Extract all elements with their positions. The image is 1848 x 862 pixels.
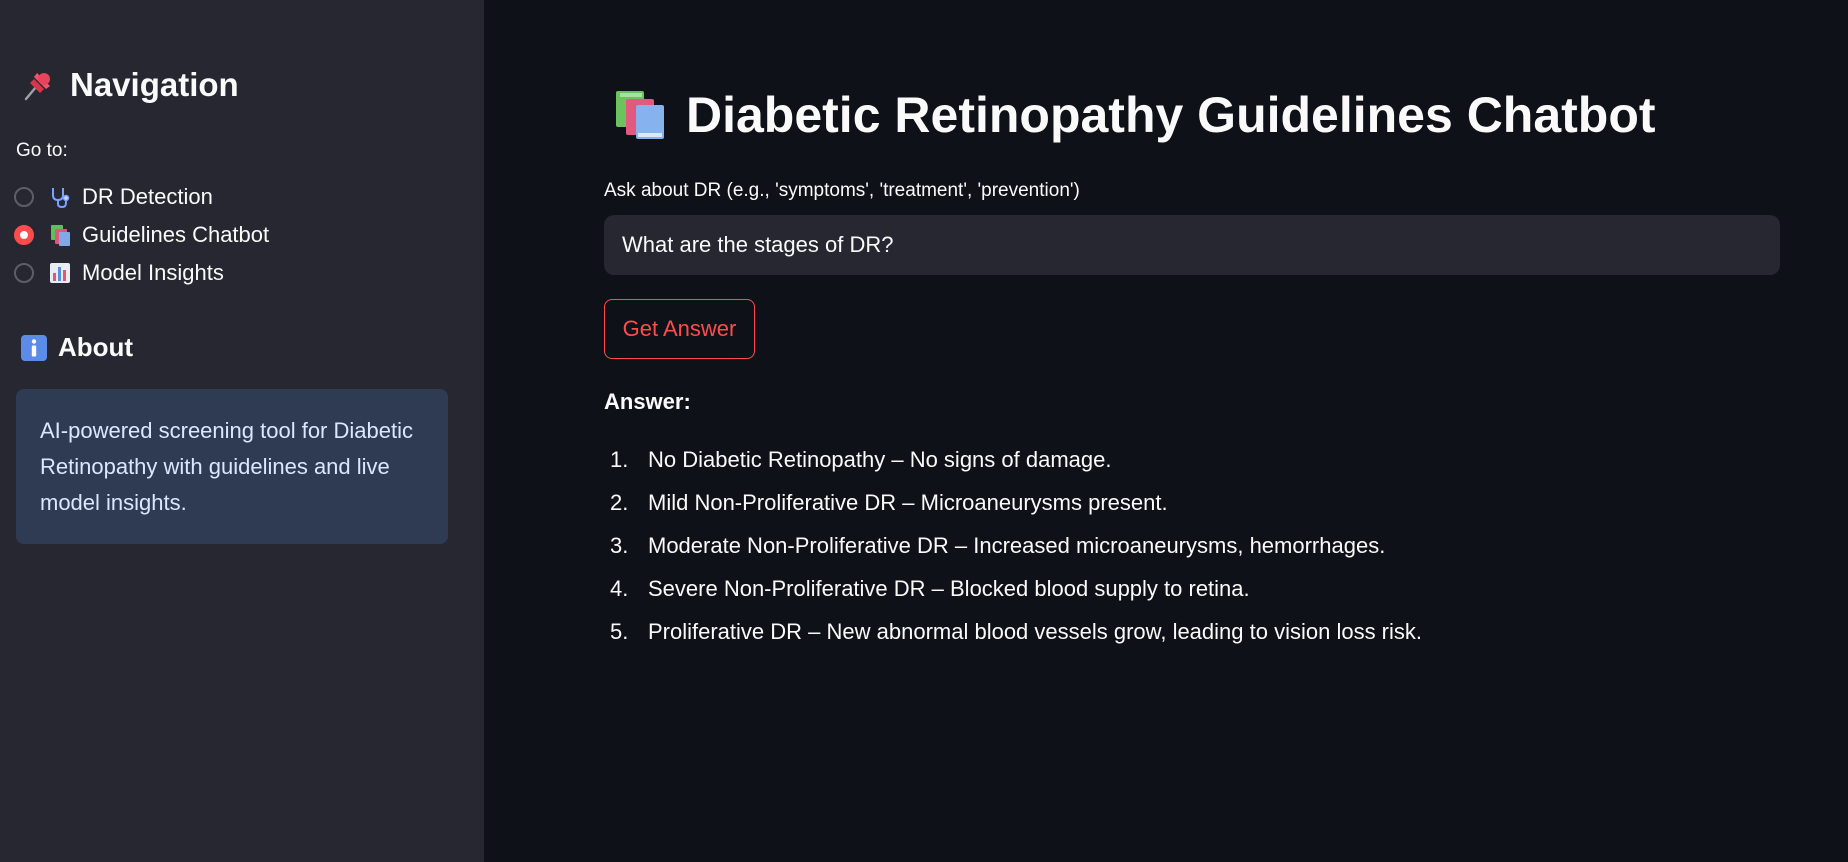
goto-label: Go to: [16,140,68,161]
answer-label: Answer: [604,389,691,414]
radio-button[interactable] [14,187,34,207]
page-radio-group: DR Detection Guidelines Chatbot Model In… [14,178,269,292]
list-text: Proliferative DR – New abnormal blood ve… [648,619,1423,644]
books-icon [48,223,72,247]
question-input-label: Ask about DR (e.g., 'symptoms', 'treatme… [604,180,1080,201]
get-answer-button[interactable]: Get Answer [604,299,755,359]
main-content: Diabetic Retinopathy Guidelines Chatbot … [484,0,1848,862]
radio-button[interactable] [14,263,34,283]
about-info-box: AI-powered screening tool for Diabetic R… [16,389,448,544]
list-text: Severe Non-Proliferative DR – Blocked bl… [648,576,1250,601]
stethoscope-icon [48,185,72,209]
radio-label: Model Insights [82,260,224,285]
list-number: 4. [610,576,629,601]
answer-list: 1. No Diabetic Retinopathy – No signs of… [610,447,1422,662]
list-text: Mild Non-Proliferative DR – Microaneurys… [648,490,1168,515]
app-root: Navigation Go to: DR Detection Guideline… [0,0,1848,862]
list-item: 2. Mild Non-Proliferative DR – Microaneu… [610,490,1422,533]
radio-option-model-insights[interactable]: Model Insights [14,254,269,292]
list-number: 2. [610,490,629,515]
radio-label: DR Detection [82,184,213,209]
list-item: 1. No Diabetic Retinopathy – No signs of… [610,447,1422,490]
about-heading: About [20,332,133,363]
list-item: 3. Moderate Non-Proliferative DR – Incre… [610,533,1422,576]
sidebar: Navigation Go to: DR Detection Guideline… [0,0,484,862]
info-icon [20,334,48,362]
navigation-heading-text: Navigation [70,66,239,103]
navigation-heading: Navigation [20,66,239,104]
radio-option-dr-detection[interactable]: DR Detection [14,178,269,216]
list-text: Moderate Non-Proliferative DR – Increase… [648,533,1386,558]
radio-option-guidelines-chatbot[interactable]: Guidelines Chatbot [14,216,269,254]
page-title-text: Diabetic Retinopathy Guidelines Chatbot [686,87,1656,143]
about-heading-text: About [58,332,134,362]
pushpin-icon [20,67,56,103]
list-text: No Diabetic Retinopathy – No signs of da… [648,447,1112,472]
list-item: 4. Severe Non-Proliferative DR – Blocked… [610,576,1422,619]
radio-label: Guidelines Chatbot [82,222,270,247]
page-title: Diabetic Retinopathy Guidelines Chatbot [612,86,1656,144]
question-input[interactable] [604,215,1780,275]
radio-button-selected[interactable] [14,225,34,245]
list-item: 5. Proliferative DR – New abnormal blood… [610,619,1422,662]
list-number: 1. [610,447,629,472]
bar-chart-icon [48,261,72,285]
list-number: 3. [610,533,629,558]
list-number: 5. [610,619,629,644]
books-icon [612,87,668,143]
